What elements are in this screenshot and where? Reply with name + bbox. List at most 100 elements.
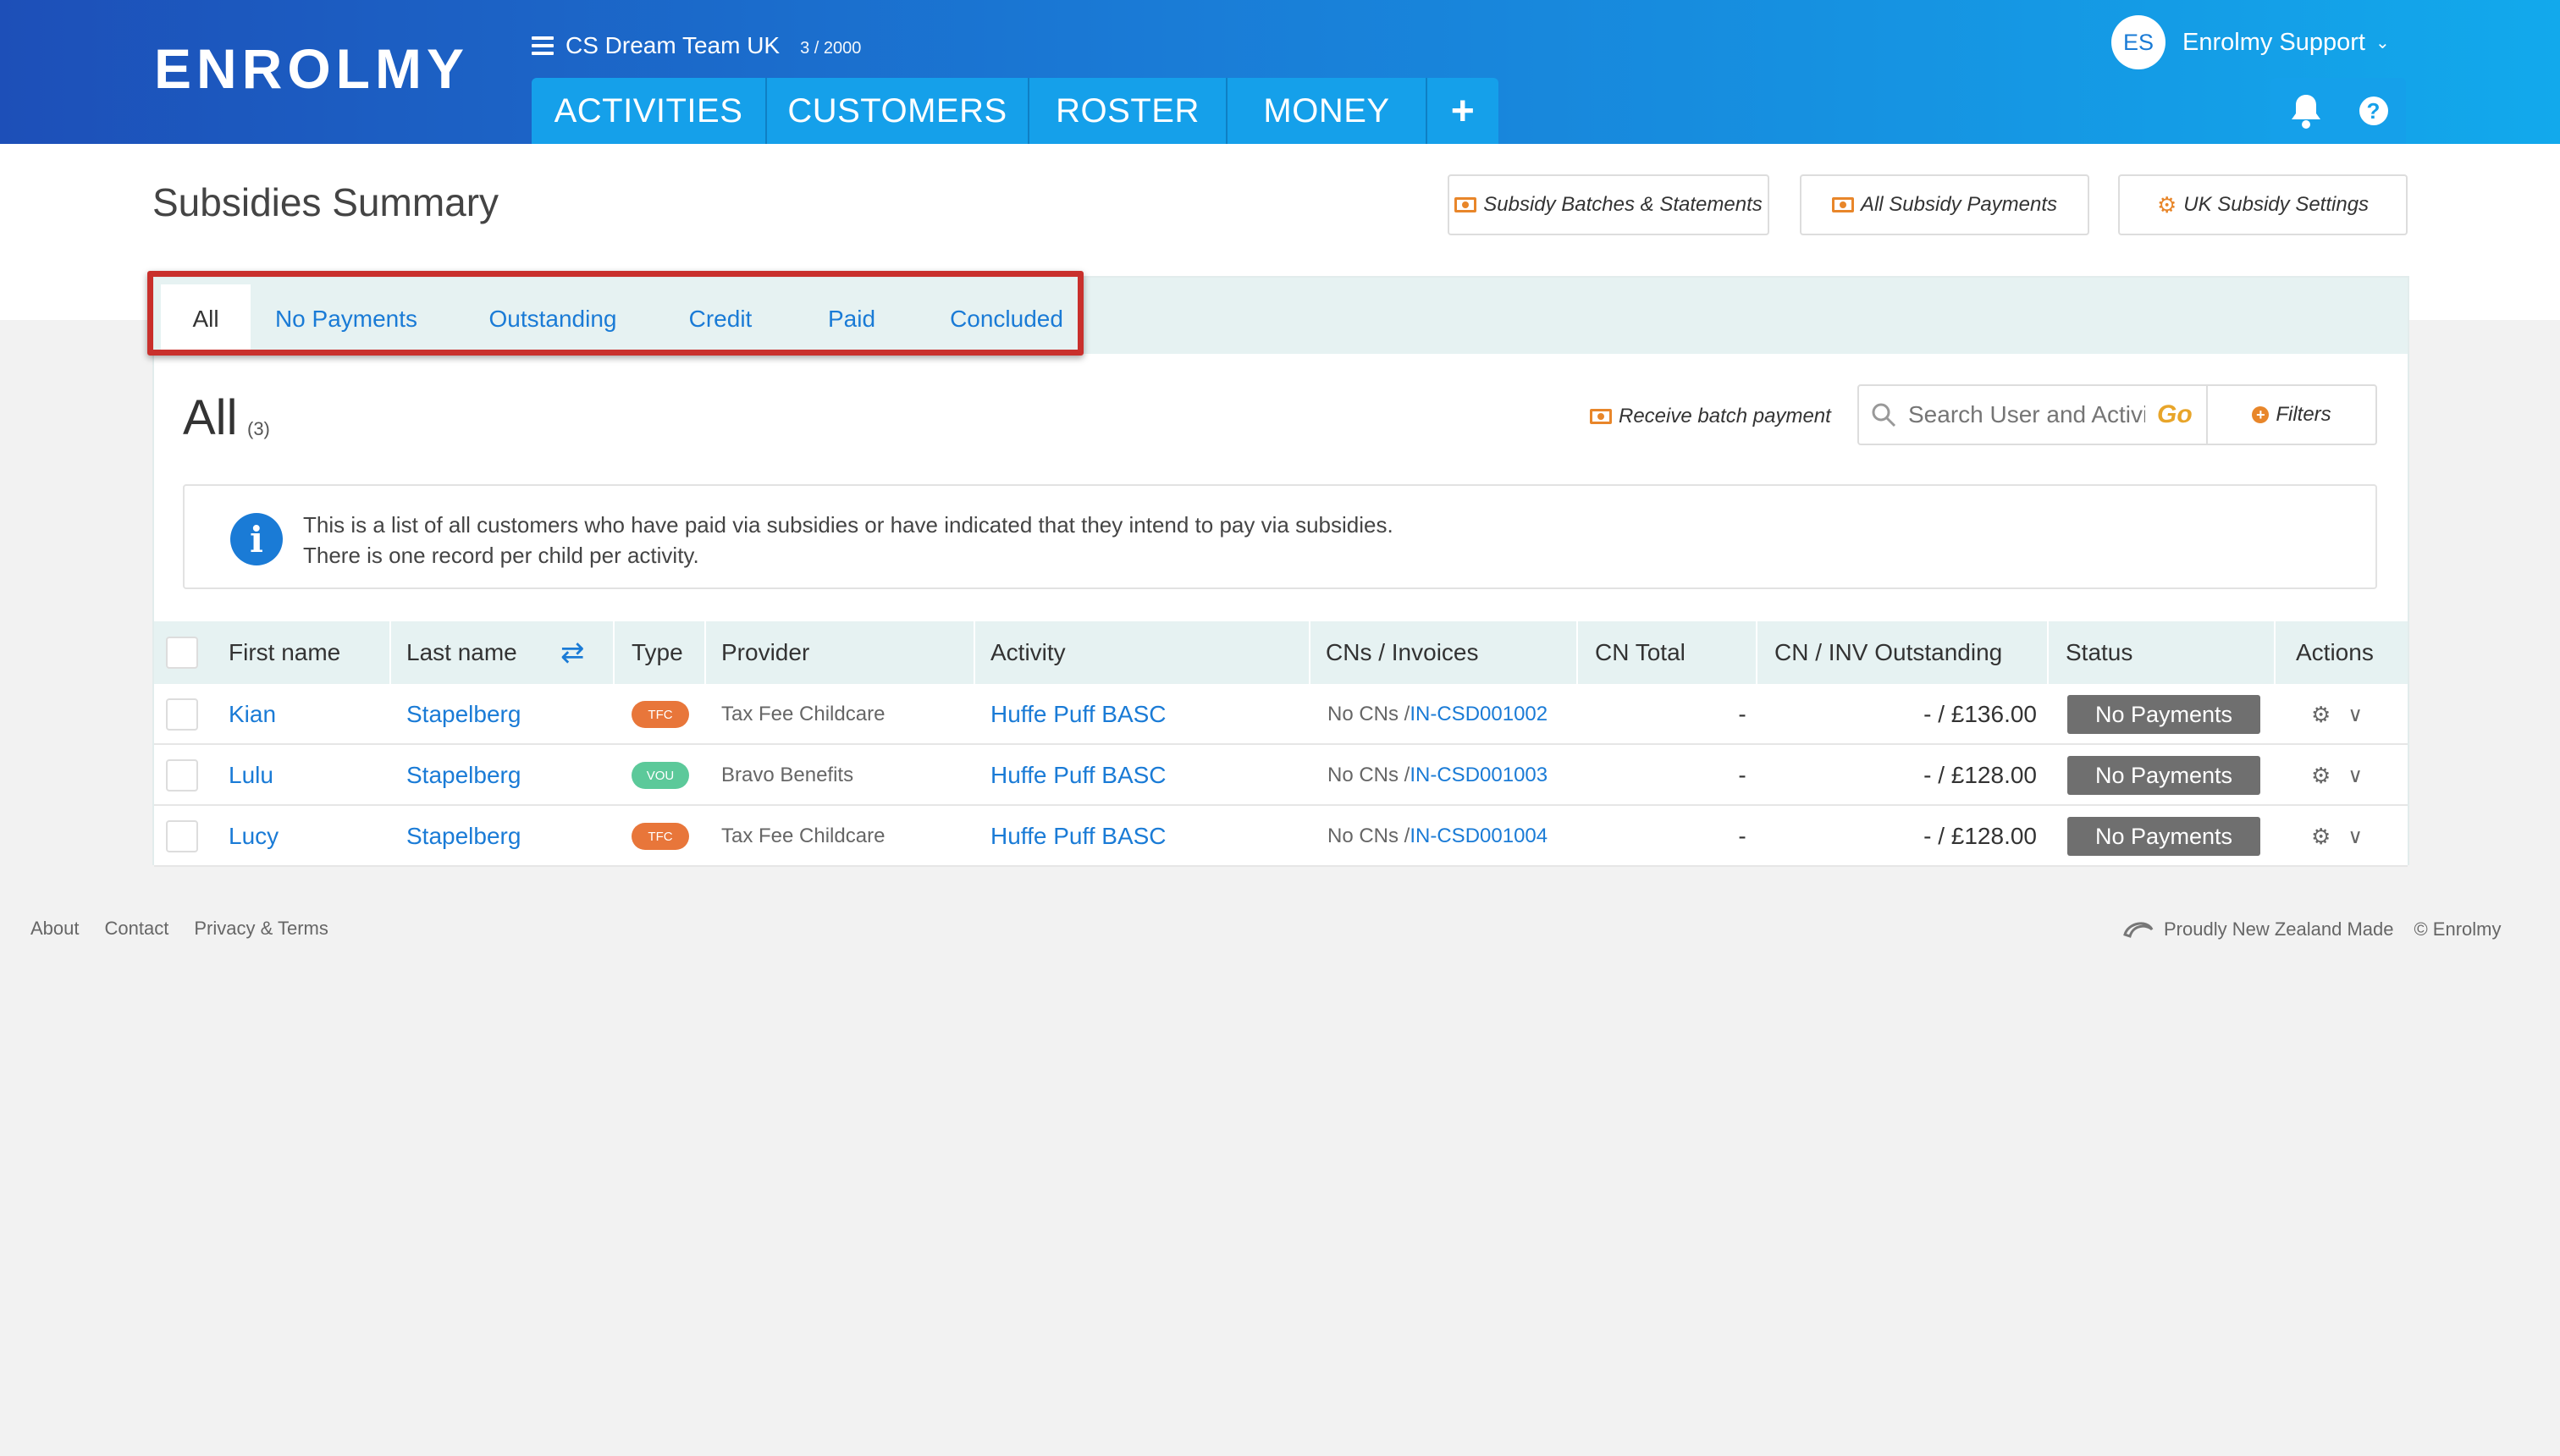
gear-icon: ⚙: [2156, 191, 2177, 218]
uk-subsidy-settings-button[interactable]: ⚙ UK Subsidy Settings: [2118, 174, 2408, 235]
col-provider[interactable]: Provider: [721, 621, 809, 684]
type-badge: TFC: [632, 823, 689, 850]
nz-made-text: Proudly New Zealand Made: [2164, 918, 2394, 940]
copyright: © Enrolmy: [2414, 918, 2502, 940]
gear-icon[interactable]: ⚙: [2311, 763, 2331, 789]
nav-activities[interactable]: ACTIVITIES: [532, 78, 767, 144]
cns-cell: No CNs / IN-CSD001003: [1327, 745, 1548, 806]
col-cn-total[interactable]: CN Total: [1595, 621, 1686, 684]
provider-cell: Tax Fee Childcare: [721, 703, 886, 725]
col-cns-invoices[interactable]: CNs / Invoices: [1326, 621, 1479, 684]
invoice-link[interactable]: IN-CSD001002: [1410, 703, 1548, 726]
table-row: Kian Stapelberg TFC Tax Fee Childcare Hu…: [154, 684, 2408, 745]
first-name-link[interactable]: Lulu: [229, 745, 273, 806]
outstanding-cell: - / £136.00: [1923, 701, 2037, 727]
column-divider: [704, 621, 706, 684]
org-switcher[interactable]: CS Dream Team UK 3 / 2000: [532, 29, 861, 63]
tabs-highlight-box: [147, 271, 1084, 356]
nav-money[interactable]: MONEY: [1228, 78, 1427, 144]
select-all-checkbox-cell: [166, 621, 198, 684]
row-checkbox[interactable]: [166, 820, 198, 852]
cns-cell: No CNs / IN-CSD001004: [1327, 806, 1548, 867]
uk-subsidy-settings-label: UK Subsidy Settings: [2183, 193, 2370, 216]
col-first-name[interactable]: First name: [229, 621, 340, 684]
cn-prefix: No CNs /: [1327, 825, 1410, 847]
column-divider: [389, 621, 391, 684]
invoice-link[interactable]: IN-CSD001004: [1410, 825, 1548, 848]
column-divider: [2274, 621, 2276, 684]
col-type[interactable]: Type: [632, 621, 683, 684]
search-go-button[interactable]: Go: [2157, 400, 2193, 429]
swap-columns-icon[interactable]: ⇄: [560, 621, 585, 684]
row-checkbox[interactable]: [166, 698, 198, 731]
footer-privacy-link[interactable]: Privacy & Terms: [194, 918, 328, 940]
provider-cell: Bravo Benefits: [721, 764, 854, 786]
money-icon: [1831, 197, 1854, 212]
activity-link[interactable]: Huffe Puff BASC: [990, 745, 1167, 806]
first-name-link[interactable]: Lucy: [229, 806, 279, 867]
info-icon: i: [230, 513, 283, 565]
plus-circle-icon: +: [2252, 406, 2270, 423]
cn-prefix: No CNs /: [1327, 764, 1410, 786]
footer-links: About Contact Privacy & Terms: [30, 918, 328, 940]
all-subsidy-payments-button[interactable]: All Subsidy Payments: [1800, 174, 2089, 235]
row-checkbox-cell: [166, 806, 198, 867]
chevron-down-icon[interactable]: ∨: [2348, 825, 2363, 849]
nav-roster[interactable]: ROSTER: [1029, 78, 1228, 144]
menu-icon[interactable]: [532, 36, 554, 55]
col-activity[interactable]: Activity: [990, 621, 1066, 684]
nav-customers[interactable]: CUSTOMERS: [767, 78, 1029, 144]
actions-cell: ⚙ ∨: [2311, 745, 2363, 806]
status-cell: No Payments: [2067, 806, 2260, 867]
gear-icon[interactable]: ⚙: [2311, 824, 2331, 850]
footer-about-link[interactable]: About: [30, 918, 80, 940]
info-text: This is a list of all customers who have…: [303, 510, 1393, 571]
invoice-link[interactable]: IN-CSD001003: [1410, 764, 1548, 787]
user-name[interactable]: Enrolmy Support: [2182, 29, 2365, 57]
col-outstanding[interactable]: CN / INV Outstanding: [1774, 621, 2002, 684]
cn-total-cell: -: [1738, 701, 1746, 727]
receive-batch-payment-link[interactable]: Receive batch payment: [1590, 405, 1831, 428]
first-name-link[interactable]: Kian: [229, 684, 276, 745]
enrolmy-logo[interactable]: ENROLMY: [154, 41, 469, 97]
row-checkbox[interactable]: [166, 759, 198, 791]
all-subsidy-payments-label: All Subsidy Payments: [1860, 193, 2058, 216]
info-line-1: This is a list of all customers who have…: [303, 512, 1393, 538]
fern-icon: [2123, 922, 2154, 938]
nav-add-button[interactable]: +: [1427, 78, 1498, 144]
cn-total-cell: -: [1738, 762, 1746, 788]
user-menu[interactable]: ES Enrolmy Support ⌄: [2111, 15, 2390, 69]
section-count: (3): [247, 418, 270, 439]
table-row: Lulu Stapelberg VOU Bravo Benefits Huffe…: [154, 745, 2408, 806]
last-name-link[interactable]: Stapelberg: [406, 684, 521, 745]
gear-icon[interactable]: ⚙: [2311, 702, 2331, 728]
column-divider: [1309, 621, 1310, 684]
org-count: 3 / 2000: [800, 38, 862, 58]
col-last-name[interactable]: Last name: [406, 621, 517, 684]
bell-icon[interactable]: [2289, 92, 2323, 130]
subsidy-batches-button[interactable]: Subsidy Batches & Statements: [1448, 174, 1769, 235]
footer-contact-link[interactable]: Contact: [105, 918, 169, 940]
type-cell: TFC: [632, 684, 689, 745]
status-badge: No Payments: [2067, 695, 2260, 734]
chevron-down-icon[interactable]: ∨: [2348, 764, 2363, 788]
avatar[interactable]: ES: [2111, 15, 2166, 69]
column-divider: [613, 621, 615, 684]
status-badge: No Payments: [2067, 756, 2260, 795]
chevron-down-icon[interactable]: ⌄: [2375, 32, 2390, 53]
last-name-link[interactable]: Stapelberg: [406, 806, 521, 867]
status-cell: No Payments: [2067, 745, 2260, 806]
filters-button[interactable]: + Filters: [2206, 384, 2377, 445]
activity-link[interactable]: Huffe Puff BASC: [990, 684, 1167, 745]
chevron-down-icon[interactable]: ∨: [2348, 703, 2363, 727]
app-header: ENROLMY CS Dream Team UK 3 / 2000 ACTIVI…: [0, 0, 2560, 144]
org-name[interactable]: CS Dream Team UK: [566, 32, 780, 59]
help-icon[interactable]: ?: [2359, 97, 2388, 125]
select-all-checkbox[interactable]: [166, 637, 198, 669]
nz-made: Proudly New Zealand Made: [2121, 918, 2393, 941]
col-status[interactable]: Status: [2066, 621, 2132, 684]
activity-link[interactable]: Huffe Puff BASC: [990, 806, 1167, 867]
filters-label: Filters: [2276, 403, 2331, 426]
last-name-link[interactable]: Stapelberg: [406, 745, 521, 806]
search-input[interactable]: [1908, 401, 2145, 428]
